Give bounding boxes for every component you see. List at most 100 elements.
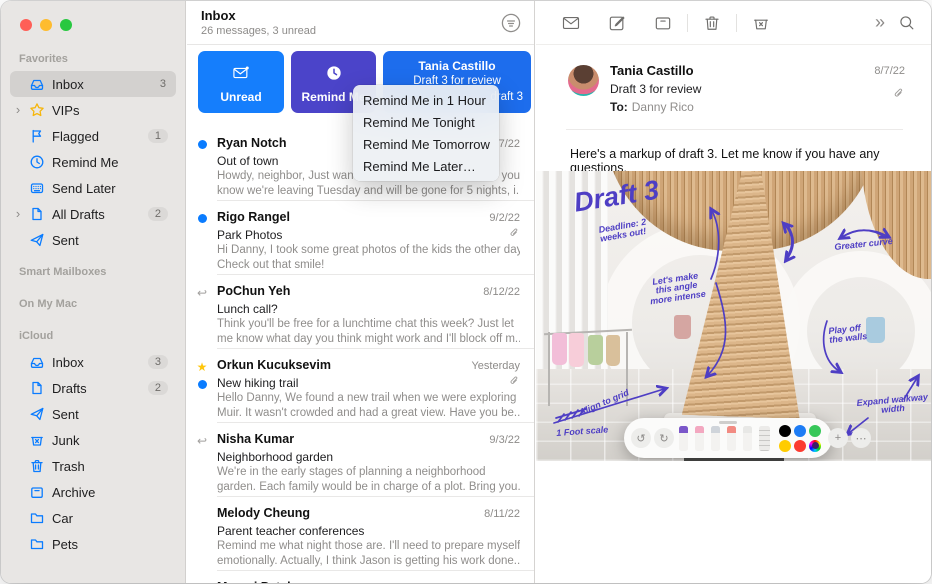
sidebar-item-all-drafts[interactable]: › All Drafts 2 <box>10 201 176 227</box>
sidebar-item-label: Sent <box>52 233 168 248</box>
chevron-right-icon[interactable]: › <box>10 207 26 221</box>
card-sender: Tania Castillo <box>383 59 531 73</box>
black-color-swatch[interactable] <box>779 425 791 437</box>
junk-icon[interactable] <box>751 13 771 33</box>
attachment-image[interactable]: Draft 3 Deadline: 2 weeks out! Let's mak… <box>536 171 931 461</box>
ruler-tool[interactable] <box>759 426 770 451</box>
sidebar-item-label: Sent <box>52 407 168 422</box>
sidebar-item-label: Flagged <box>52 129 148 144</box>
message-row-mayuri-patel[interactable]: Mayuri Patel8/20/22 <box>187 571 534 583</box>
pen-tool[interactable] <box>711 426 720 451</box>
message-row-orkun-kucuksevim[interactable]: ★ Orkun KucuksevimYesterday New hiking t… <box>187 349 534 423</box>
mailbox-status: 26 messages, 3 unread <box>201 25 316 37</box>
message-row-melody-cheung[interactable]: Melody Cheung8/11/22 Parent teacher conf… <box>187 497 534 571</box>
sidebar-item-sent[interactable]: Sent <box>10 227 176 253</box>
green-color-swatch[interactable] <box>809 425 821 437</box>
sidebar-item-trash[interactable]: Trash <box>10 453 176 479</box>
sidebar-item-junk[interactable]: Junk <box>10 427 176 453</box>
sidebar-item-flagged[interactable]: Flagged 1 <box>10 123 176 149</box>
markup-toolbar[interactable]: ↺ ↻ + ⋯ <box>624 418 832 458</box>
sidebar-item-remind-me[interactable]: Remind Me <box>10 149 176 175</box>
sidebar-item-pets[interactable]: Pets <box>10 531 176 557</box>
sidebar-item-label: All Drafts <box>52 207 148 222</box>
paperplane-icon <box>26 232 48 248</box>
drag-handle[interactable] <box>719 421 737 424</box>
compose-icon[interactable] <box>607 13 627 33</box>
sidebar-item-label: Inbox <box>52 77 158 92</box>
more-chevrons-icon[interactable]: » <box>875 12 883 33</box>
draft-icon <box>26 206 48 222</box>
undo-button[interactable]: ↺ <box>631 428 651 448</box>
message-list: Ryan Notch7/22 Out of town Howdy, neighb… <box>187 127 534 583</box>
trash-icon <box>26 458 48 474</box>
folder-icon <box>26 510 48 526</box>
marker-tool[interactable] <box>679 426 688 451</box>
menu-item-remind-tomorrow[interactable]: Remind Me Tomorrow <box>353 133 499 155</box>
eraser-tool[interactable] <box>727 426 736 451</box>
paperclip-icon <box>508 226 520 244</box>
draft-icon <box>26 380 48 396</box>
message-row-rigo-rangel[interactable]: Rigo Rangel9/2/22 Park Photos Hi Danny, … <box>187 201 534 275</box>
redo-button[interactable]: ↻ <box>654 428 674 448</box>
sidebar-item-label: Pets <box>52 537 168 552</box>
unread-count-badge: 3 <box>158 77 168 91</box>
pencil-tool[interactable] <box>743 426 752 451</box>
chevron-right-icon[interactable]: › <box>10 103 26 117</box>
filter-button[interactable] <box>500 12 522 34</box>
reader-pane: » Tania Castillo Draft 3 for review To:D… <box>536 1 931 583</box>
zoom-window-button[interactable] <box>60 19 72 31</box>
sidebar-item-label: Remind Me <box>52 155 168 170</box>
unread-envelope-icon <box>198 63 284 83</box>
sidebar-item-inbox[interactable]: Inbox 3 <box>10 71 176 97</box>
folder-icon <box>26 536 48 552</box>
add-button[interactable]: + <box>828 428 848 448</box>
recipient-name[interactable]: Danny Rico <box>632 100 694 114</box>
paperclip-icon <box>892 87 905 105</box>
mail-window: Favorites Inbox 3 › VIPs Flagged 1 <box>1 1 931 583</box>
more-options-button[interactable]: ⋯ <box>851 428 871 448</box>
highlighter-tool[interactable] <box>695 426 704 451</box>
inbox-icon <box>26 354 48 370</box>
menu-item-remind-later[interactable]: Remind Me Later… <box>353 155 499 177</box>
favorites-section-label: Favorites <box>1 53 68 65</box>
vip-star-icon <box>26 102 48 118</box>
menu-item-remind-tonight[interactable]: Remind Me Tonight <box>353 111 499 133</box>
sidebar-item-icloud-sent[interactable]: Sent <box>10 401 176 427</box>
unread-count-badge: 1 <box>148 129 168 143</box>
replied-arrow-icon: ↩ <box>197 434 207 448</box>
unread-dot-icon <box>198 214 207 223</box>
mailbox-title: Inbox <box>201 8 236 23</box>
unread-count-badge: 2 <box>148 207 168 221</box>
sidebar-item-vips[interactable]: › VIPs <box>10 97 176 123</box>
color-swatches <box>779 425 821 452</box>
envelope-icon[interactable] <box>561 13 581 33</box>
color-picker-swatch[interactable] <box>809 440 821 452</box>
sidebar-item-car[interactable]: Car <box>10 505 176 531</box>
sidebar-item-label: Drafts <box>52 381 148 396</box>
close-window-button[interactable] <box>20 19 32 31</box>
sidebar-item-icloud-drafts[interactable]: Drafts 2 <box>10 375 176 401</box>
reader-toolbar: » <box>536 1 931 45</box>
avatar[interactable] <box>568 65 599 96</box>
sidebar-item-icloud-inbox[interactable]: Inbox 3 <box>10 349 176 375</box>
message-date: 8/7/22 <box>874 65 905 77</box>
blue-color-swatch[interactable] <box>794 425 806 437</box>
sidebar-item-send-later[interactable]: Send Later <box>10 175 176 201</box>
search-icon[interactable] <box>897 13 917 33</box>
message-row-pochun-yeh[interactable]: ↩ PoChun Yeh8/12/22 Lunch call? Think yo… <box>187 275 534 349</box>
junk-icon <box>26 432 48 448</box>
red-color-swatch[interactable] <box>794 440 806 452</box>
remind-context-menu: Remind Me in 1 Hour Remind Me Tonight Re… <box>353 85 499 181</box>
sidebar-item-label: Send Later <box>52 181 168 196</box>
sidebar-item-archive[interactable]: Archive <box>10 479 176 505</box>
archive-icon[interactable] <box>653 13 673 33</box>
send-later-icon <box>26 180 48 196</box>
unread-filter-card[interactable]: Unread <box>198 51 284 113</box>
minimize-window-button[interactable] <box>40 19 52 31</box>
trash-icon[interactable] <box>702 13 722 33</box>
archive-icon <box>26 484 48 500</box>
menu-item-remind-1-hour[interactable]: Remind Me in 1 Hour <box>353 89 499 111</box>
paperclip-icon <box>508 374 520 392</box>
yellow-color-swatch[interactable] <box>779 440 791 452</box>
message-row-nisha-kumar[interactable]: ↩ Nisha Kumar9/3/22 Neighborhood garden … <box>187 423 534 497</box>
